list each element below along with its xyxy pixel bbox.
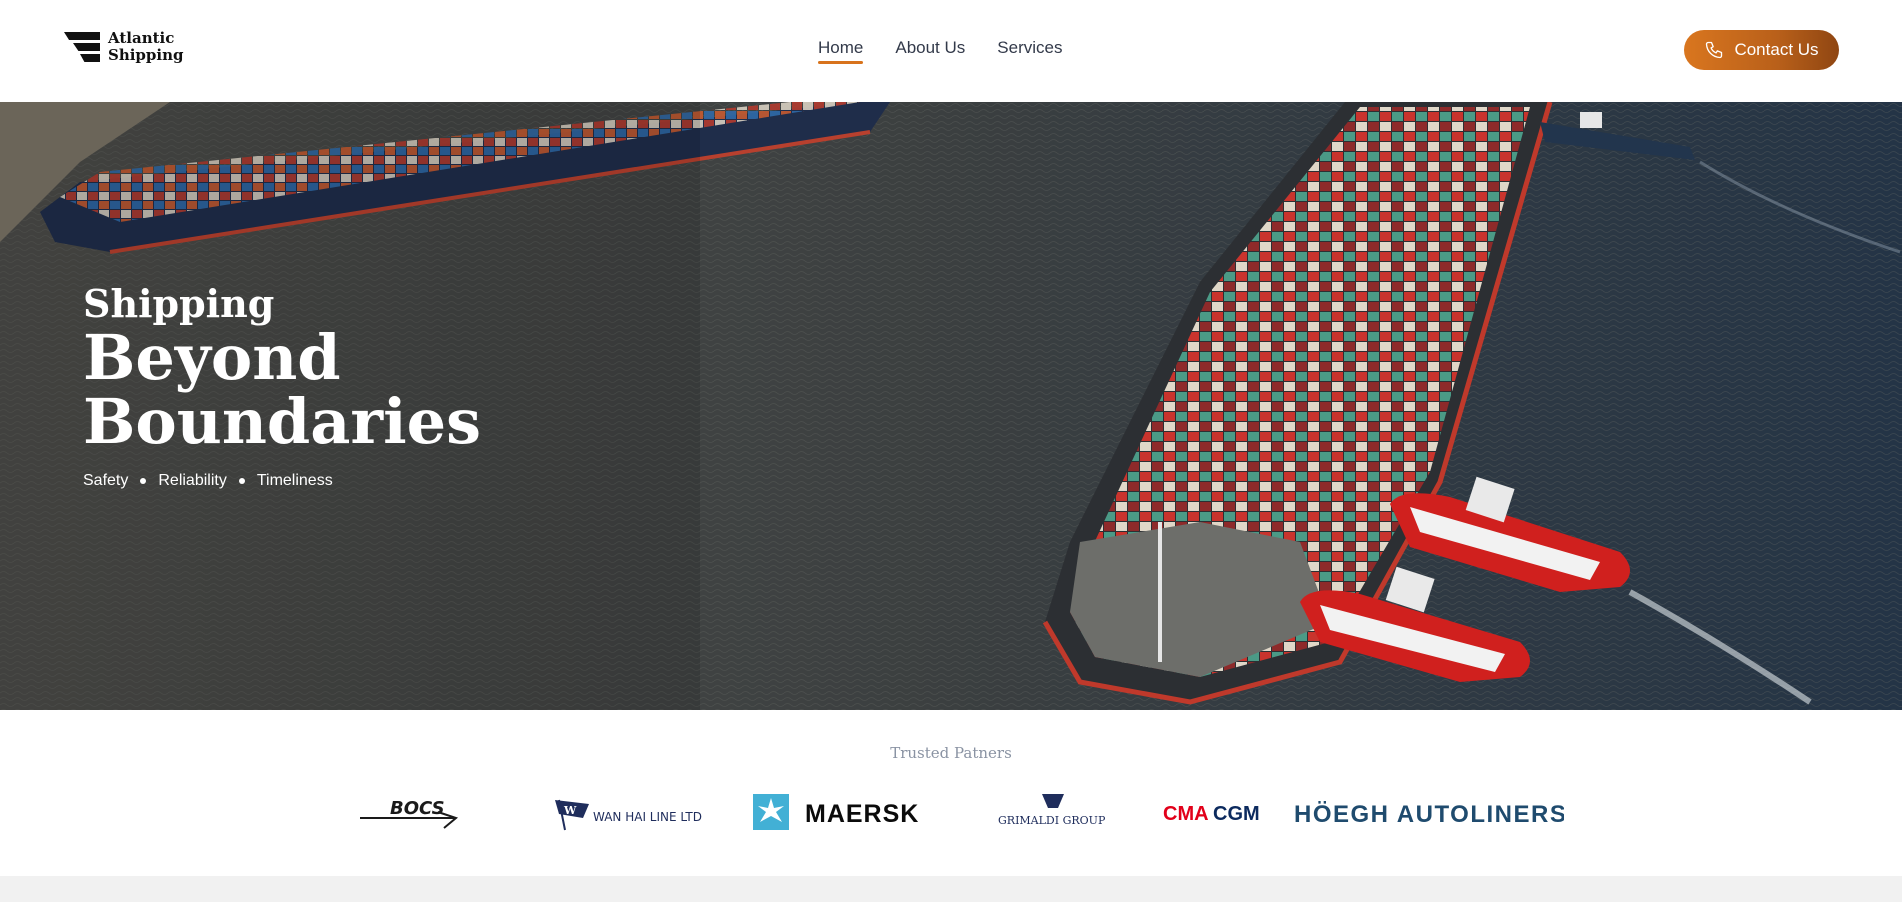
brand-name-line2: Shipping	[108, 46, 184, 64]
contact-us-label: Contact Us	[1734, 40, 1819, 59]
phone-icon	[1706, 41, 1723, 59]
brand-logo[interactable]: Atlantic Shipping	[64, 30, 184, 64]
partner-logo-hoegh: HÖEGH AUTOLINERS	[1294, 798, 1564, 830]
nav-item-services[interactable]: Services	[997, 38, 1062, 64]
nav-item-about-us[interactable]: About Us	[895, 38, 965, 64]
brand-name-line1: Atlantic	[108, 29, 175, 47]
partner-logo-cma-cgm: CMA CGM	[1163, 798, 1263, 828]
site-header: Atlantic Shipping Home About Us Services…	[0, 0, 1902, 102]
hero-kicker: Shipping	[83, 281, 275, 326]
contact-us-button[interactable]: Contact Us	[1684, 30, 1839, 70]
partner-logo-maersk: MAERSK	[753, 792, 933, 832]
hero-tag-timeliness: Timeliness	[256, 472, 333, 489]
next-section-band	[0, 876, 1902, 902]
hero-text: Shipping Beyond Boundaries Safety Reliab…	[83, 282, 481, 490]
page: Atlantic Shipping Home About Us Services…	[0, 0, 1902, 902]
svg-text:W: W	[563, 804, 577, 817]
hero-title-line1: Beyond	[83, 321, 341, 394]
partners-title: Trusted Patners	[890, 744, 1012, 762]
partner-logo-row: BOCS W WAN HAI LINE LTD. MAERSK GRIMALDI…	[0, 792, 1902, 842]
partner-logo-grimaldi-text: GRIMALDI GROUP	[998, 814, 1106, 827]
hero-banner: Shipping Beyond Boundaries Safety Reliab…	[0, 102, 1902, 710]
brand-name: Atlantic Shipping	[108, 30, 184, 64]
partner-logo-maersk-text: MAERSK	[805, 800, 919, 828]
hero-tags: Safety Reliability Timeliness	[83, 472, 481, 490]
partner-logo-wan-hai-text: WAN HAI LINE LTD.	[593, 810, 703, 824]
hero-tag-safety: Safety	[83, 472, 129, 489]
partners-section: Trusted Patners BOCS W WAN HAI LINE LTD.	[0, 710, 1902, 876]
nav-item-home[interactable]: Home	[818, 38, 864, 64]
partner-logo-cma-text: CMA	[1163, 803, 1209, 825]
partner-logo-grimaldi: GRIMALDI GROUP	[998, 792, 1108, 832]
bullet-icon	[140, 478, 147, 484]
bullet-icon	[238, 478, 245, 484]
brand-mark-icon	[64, 30, 100, 64]
partner-logo-bocs: BOCS	[358, 794, 464, 830]
main-nav: Home About Us Services	[818, 38, 1062, 64]
partner-logo-bocs-text: BOCS	[390, 798, 445, 819]
partner-logo-cgm-text: CGM	[1213, 803, 1260, 825]
partner-logo-wan-hai: W WAN HAI LINE LTD.	[553, 796, 703, 832]
hero-title-line2: Boundaries	[83, 385, 482, 458]
hero-tag-reliability: Reliability	[158, 472, 227, 489]
partner-logo-hoegh-text: HÖEGH AUTOLINERS	[1294, 801, 1564, 828]
